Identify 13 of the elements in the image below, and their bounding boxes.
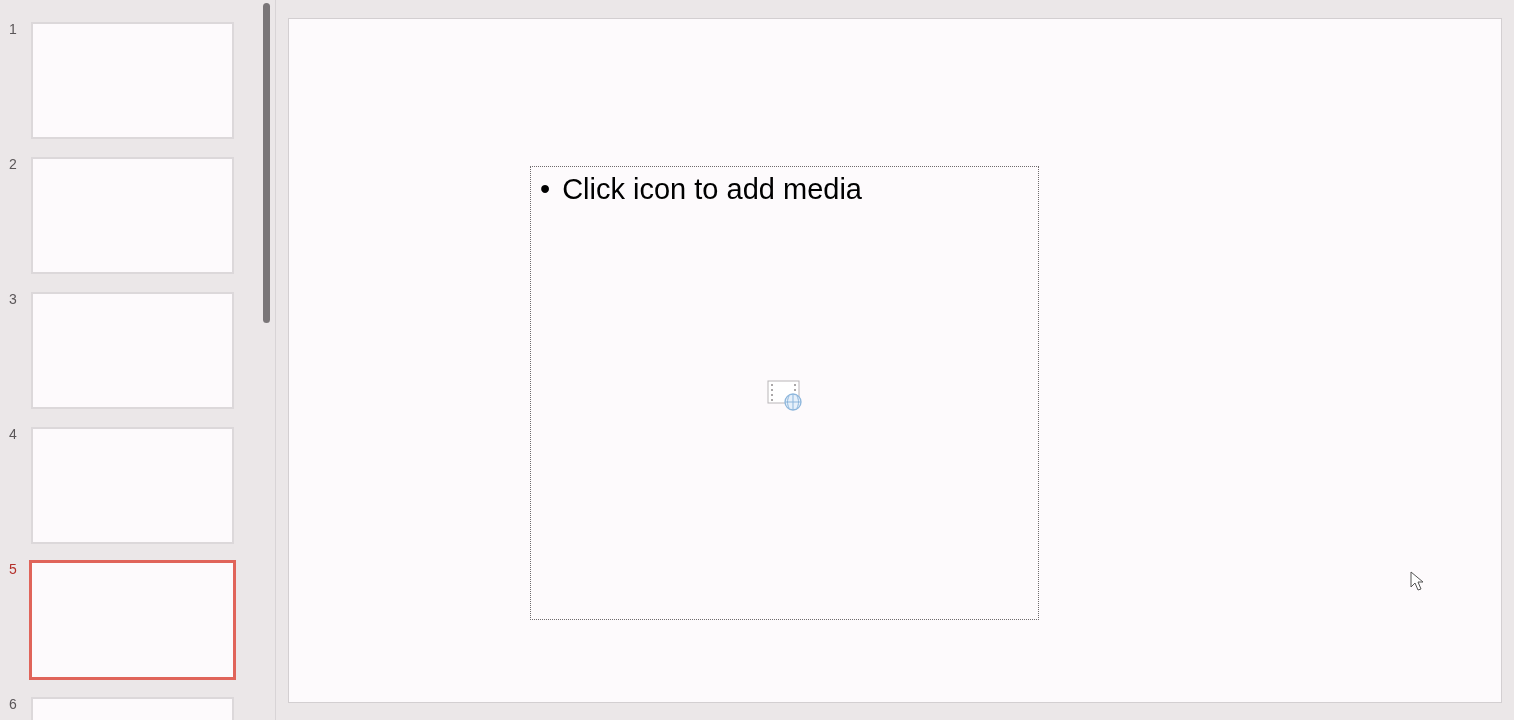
media-placeholder[interactable]: • Click icon to add media [530, 166, 1039, 620]
slide-number: 4 [8, 427, 18, 441]
scrollbar-thumb[interactable] [263, 3, 270, 323]
mouse-cursor-icon [1410, 571, 1424, 592]
insert-video-icon[interactable] [767, 380, 803, 412]
slide-number: 3 [8, 292, 18, 306]
bullet: • [540, 172, 551, 207]
slide-number: 1 [8, 22, 18, 36]
slide-number: 5 [8, 562, 18, 576]
slide-number: 2 [8, 157, 18, 171]
slide-number: 6 [8, 697, 18, 711]
placeholder-text: Click icon to add media [562, 172, 862, 207]
slide-thumbnail[interactable] [29, 560, 236, 680]
